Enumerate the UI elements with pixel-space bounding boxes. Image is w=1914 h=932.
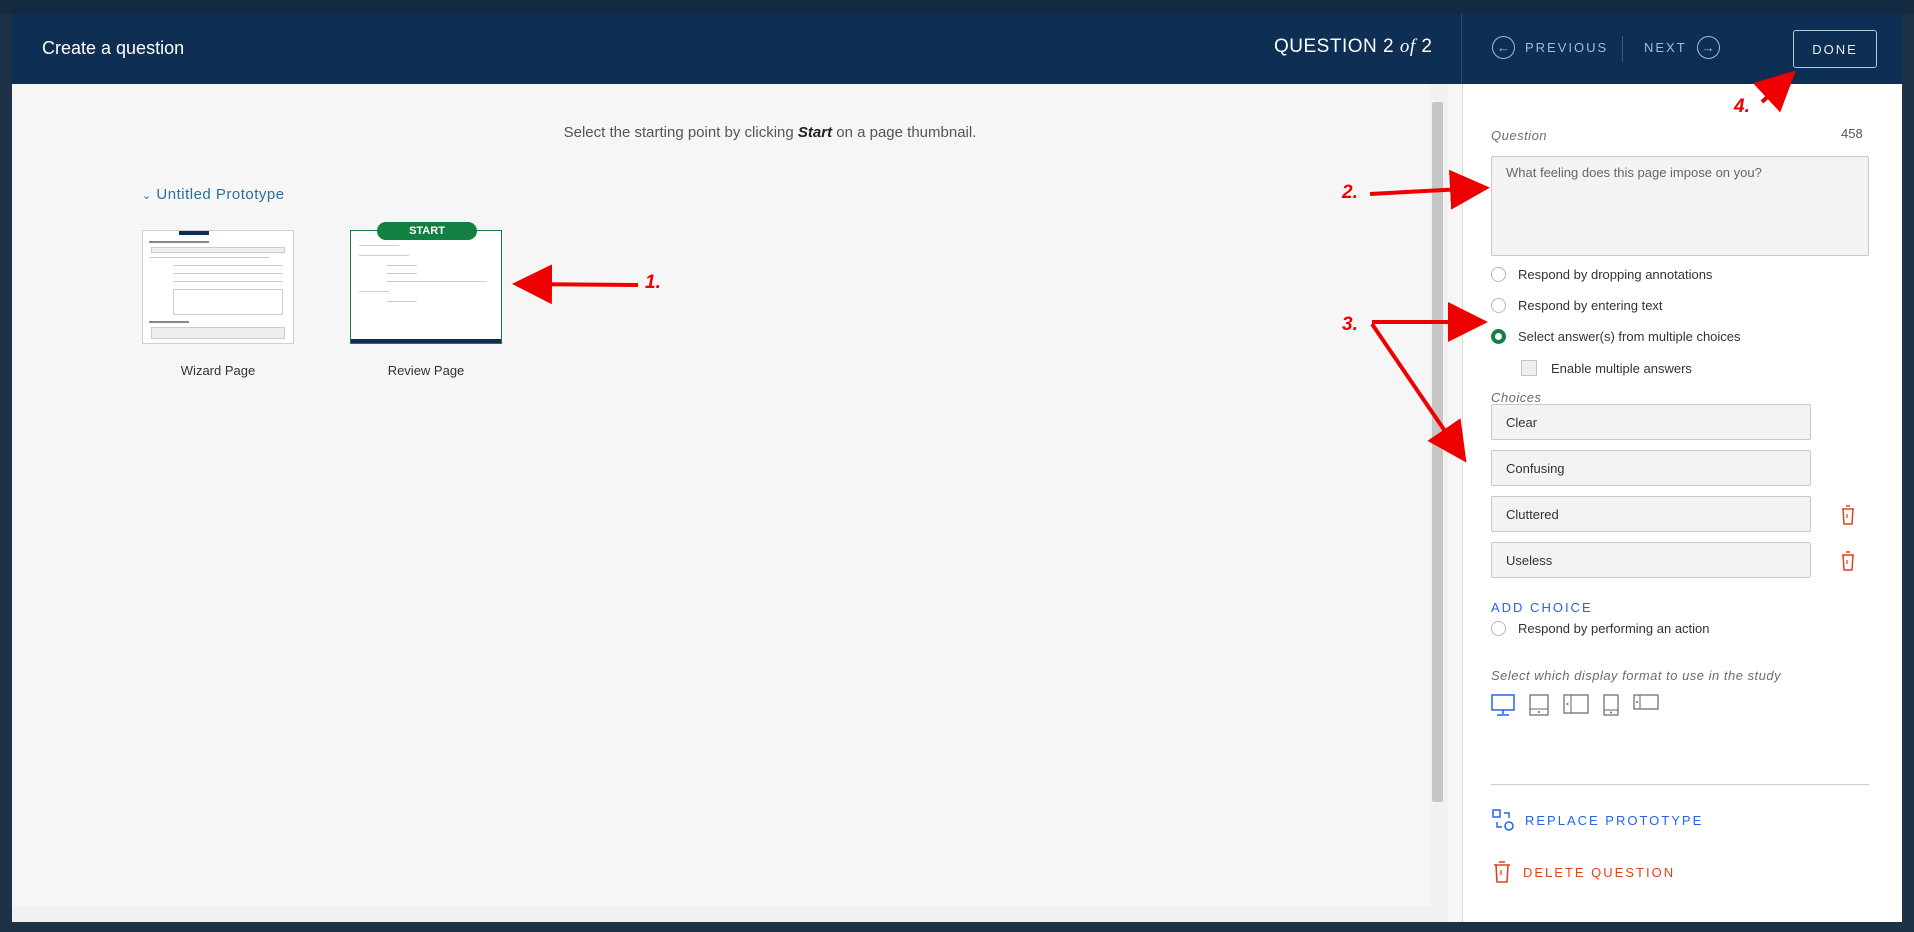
question-counter: QUESTION 2 of 2 xyxy=(1274,36,1433,58)
starting-point-instruction: Select the starting point by clicking St… xyxy=(12,124,1528,141)
next-button[interactable]: NEXT → xyxy=(1644,36,1720,59)
radio-icon xyxy=(1491,298,1506,313)
vertical-scrollbar-thumb[interactable] xyxy=(1432,102,1443,802)
delete-choice-trash-icon[interactable] xyxy=(1838,550,1858,577)
phone-landscape-icon[interactable] xyxy=(1633,694,1659,710)
modal-header: Create a question QUESTION 2 of 2 ← PREV… xyxy=(12,14,1902,84)
option-enter-text[interactable]: Respond by entering text xyxy=(1491,298,1663,313)
trash-icon xyxy=(1494,861,1510,883)
modal-title: Create a question xyxy=(42,38,185,58)
instruction-text-end: on a page thumbnail. xyxy=(836,124,977,141)
phone-icon[interactable] xyxy=(1603,694,1619,716)
display-format-label: Select which display format to use in th… xyxy=(1491,668,1782,683)
delete-question-label: DELETE QUESTION xyxy=(1523,864,1676,880)
option-multiple-choices[interactable]: Select answer(s) from multiple choices xyxy=(1491,329,1741,344)
prototype-canvas: Select the starting point by clicking St… xyxy=(12,84,1432,922)
radio-icon xyxy=(1491,267,1506,282)
nav-separator xyxy=(1622,36,1623,62)
add-choice-button[interactable]: ADD CHOICE xyxy=(1491,600,1593,615)
question-counter-total: 2 xyxy=(1421,36,1433,57)
delete-choice-trash-icon[interactable] xyxy=(1838,504,1858,531)
start-badge[interactable]: START xyxy=(377,222,477,240)
checkbox-icon xyxy=(1521,360,1537,376)
option-label: Respond by performing an action xyxy=(1518,621,1710,636)
annotation-label-2: 2. xyxy=(1342,182,1358,203)
instruction-text: Select the starting point by clicking xyxy=(563,124,794,141)
done-button[interactable]: DONE xyxy=(1793,30,1877,68)
header-divider xyxy=(1461,14,1462,84)
replace-prototype-label: REPLACE PROTOTYPE xyxy=(1525,812,1704,828)
choice-input[interactable]: Confusing xyxy=(1491,450,1811,486)
question-settings-panel: Question 458 What feeling does this page… xyxy=(1462,84,1902,922)
option-perform-action[interactable]: Respond by performing an action xyxy=(1491,621,1710,636)
wizard-page-thumbnail[interactable] xyxy=(142,230,294,344)
radio-selected-icon xyxy=(1491,329,1506,344)
question-label: Question xyxy=(1491,128,1548,143)
choices-label: Choices xyxy=(1491,390,1542,405)
character-count: 458 xyxy=(1841,126,1863,141)
display-format-options xyxy=(1491,694,1659,716)
horizontal-scrollbar[interactable] xyxy=(12,906,1448,922)
option-label: Respond by dropping annotations xyxy=(1518,267,1713,282)
annotation-label-4: 4. xyxy=(1734,96,1750,117)
annotation-label-3: 3. xyxy=(1342,314,1358,335)
prototype-toggle[interactable]: ⌄ Untitled Prototype xyxy=(142,186,285,203)
question-counter-of: of xyxy=(1399,36,1416,57)
checkbox-label: Enable multiple answers xyxy=(1551,360,1692,376)
previous-label: PREVIOUS xyxy=(1525,40,1609,55)
option-label: Select answer(s) from multiple choices xyxy=(1518,329,1741,344)
question-textarea[interactable]: What feeling does this page impose on yo… xyxy=(1491,156,1869,256)
delete-question-button[interactable]: DELETE QUESTION xyxy=(1491,860,1675,884)
replace-prototype-button[interactable]: REPLACE PROTOTYPE xyxy=(1491,808,1703,832)
tablet-icon[interactable] xyxy=(1529,694,1549,716)
arrow-right-icon: → xyxy=(1696,36,1720,59)
review-page-thumbnail[interactable] xyxy=(350,230,502,344)
next-label: NEXT xyxy=(1644,40,1687,55)
choice-input[interactable]: Useless xyxy=(1491,542,1811,578)
radio-icon xyxy=(1491,621,1506,636)
arrow-left-icon: ← xyxy=(1492,36,1515,59)
choice-input[interactable]: Clear xyxy=(1491,404,1811,440)
option-label: Respond by entering text xyxy=(1518,298,1663,313)
review-page-label: Review Page xyxy=(387,363,465,378)
question-counter-current: QUESTION 2 xyxy=(1274,36,1395,57)
panel-divider xyxy=(1491,784,1869,785)
option-drop-annotations[interactable]: Respond by dropping annotations xyxy=(1491,267,1712,282)
create-question-modal: Create a question QUESTION 2 of 2 ← PREV… xyxy=(12,14,1902,922)
previous-button[interactable]: ← PREVIOUS xyxy=(1492,36,1608,59)
tablet-landscape-icon[interactable] xyxy=(1563,694,1589,714)
annotation-label-1: 1. xyxy=(645,272,661,293)
chevron-down-icon: ⌄ xyxy=(142,190,152,202)
background-app-bar xyxy=(0,0,1914,14)
replace-icon xyxy=(1492,809,1514,831)
wizard-page-label: Wizard Page xyxy=(180,363,256,378)
enable-multiple-answers-checkbox[interactable]: Enable multiple answers xyxy=(1521,360,1692,376)
prototype-name: Untitled Prototype xyxy=(156,186,285,203)
desktop-icon[interactable] xyxy=(1491,694,1515,716)
instruction-start-word: Start xyxy=(797,124,833,141)
choice-input[interactable]: Cluttered xyxy=(1491,496,1811,532)
